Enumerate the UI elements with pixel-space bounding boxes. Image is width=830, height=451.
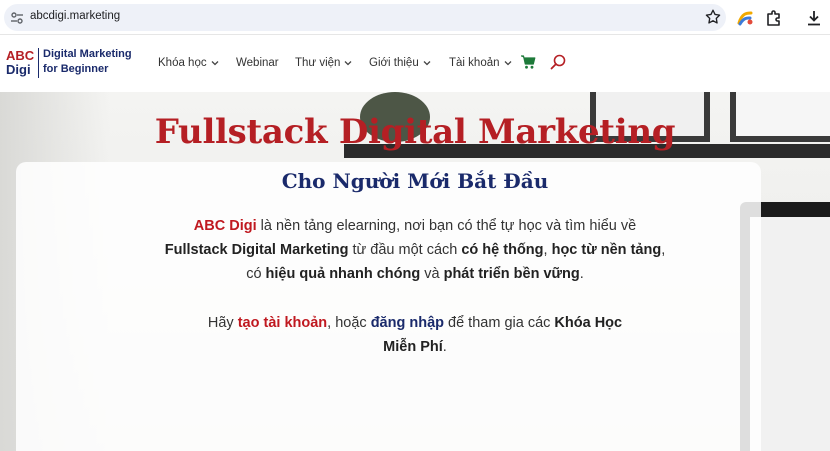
text-fragment: , xyxy=(543,242,552,258)
hero-card xyxy=(16,162,761,451)
nav-tai-khoan[interactable]: Tài khoản xyxy=(449,57,512,69)
star-icon[interactable] xyxy=(704,8,722,26)
hero-cta-text: Hãy tạo tài khoản, hoặc đăng nhập để tha… xyxy=(0,311,830,359)
login-link[interactable]: đăng nhập xyxy=(371,315,444,331)
nav-gioi-thieu[interactable]: Giới thiệu xyxy=(369,57,431,69)
site-header: ABC Digi Digital Marketing for Beginner … xyxy=(0,36,830,92)
strong-text: hiệu quả nhanh chóng xyxy=(265,266,421,282)
nav-webinar[interactable]: Webinar xyxy=(236,57,279,69)
strong-text: Fullstack Digital Marketing xyxy=(164,242,349,258)
url-text[interactable]: abcdigi.marketing xyxy=(30,10,120,22)
chevron-down-icon xyxy=(344,61,352,66)
hero-description: ABC Digi là nền tảng elearning, nơi bạn … xyxy=(0,214,830,286)
logo-tagline-line2: for Beginner xyxy=(43,63,109,75)
logo-digi-text: Digi xyxy=(6,62,31,77)
nav-label: Tài khoản xyxy=(449,57,500,69)
nav-label: Khóa học xyxy=(158,57,207,69)
chevron-down-icon xyxy=(211,61,219,66)
nav-label: Giới thiệu xyxy=(369,57,419,69)
strong-text: có hệ thống xyxy=(461,242,544,258)
text-fragment: có xyxy=(246,266,266,282)
nav-label: Thư viện xyxy=(295,57,341,69)
puzzle-icon[interactable] xyxy=(765,9,783,27)
text-fragment: . xyxy=(579,266,584,282)
site-logo[interactable]: ABC Digi xyxy=(6,48,36,80)
browser-toolbar: abcdigi.marketing xyxy=(0,0,830,35)
text-fragment: để tham gia các xyxy=(444,315,555,331)
strong-text: Khóa Học xyxy=(554,315,623,331)
strong-text: phát triển bền vững xyxy=(443,266,580,282)
hero-title: Fullstack Digital Marketing xyxy=(154,112,676,152)
nav-thu-vien[interactable]: Thư viện xyxy=(295,57,352,69)
nav-khoa-hoc[interactable]: Khóa học xyxy=(158,57,219,69)
address-bar[interactable]: abcdigi.marketing xyxy=(4,4,726,31)
chevron-down-icon xyxy=(504,61,511,66)
text-fragment: . xyxy=(442,339,447,355)
site-info-icon[interactable] xyxy=(10,11,24,25)
brand-name: ABC Digi xyxy=(193,218,257,234)
chevron-down-icon xyxy=(423,61,431,66)
search-icon[interactable] xyxy=(550,54,566,70)
logo-divider xyxy=(38,48,39,78)
text-fragment: là nền tảng elearning, nơi bạn có thể tự… xyxy=(256,218,637,234)
extension-color-icon[interactable] xyxy=(736,9,754,27)
download-icon[interactable] xyxy=(805,9,823,27)
nav-label: Webinar xyxy=(236,57,279,69)
logo-abc-text: ABC xyxy=(6,48,35,63)
cart-icon[interactable] xyxy=(520,54,536,70)
text-fragment: từ đầu một cách xyxy=(348,242,462,258)
hero-subtitle: Cho Người Mới Bắt Đầu xyxy=(281,169,549,193)
text-fragment: Hãy xyxy=(207,315,238,331)
text-fragment: , xyxy=(661,242,666,258)
strong-text: Miễn Phí xyxy=(383,339,443,355)
strong-text: học từ nền tảng xyxy=(551,242,662,258)
create-account-link[interactable]: tạo tài khoản xyxy=(238,315,327,331)
logo-tagline-line1: Digital Marketing xyxy=(43,48,132,60)
text-fragment: và xyxy=(420,266,444,282)
text-fragment: , hoặc xyxy=(327,315,371,331)
